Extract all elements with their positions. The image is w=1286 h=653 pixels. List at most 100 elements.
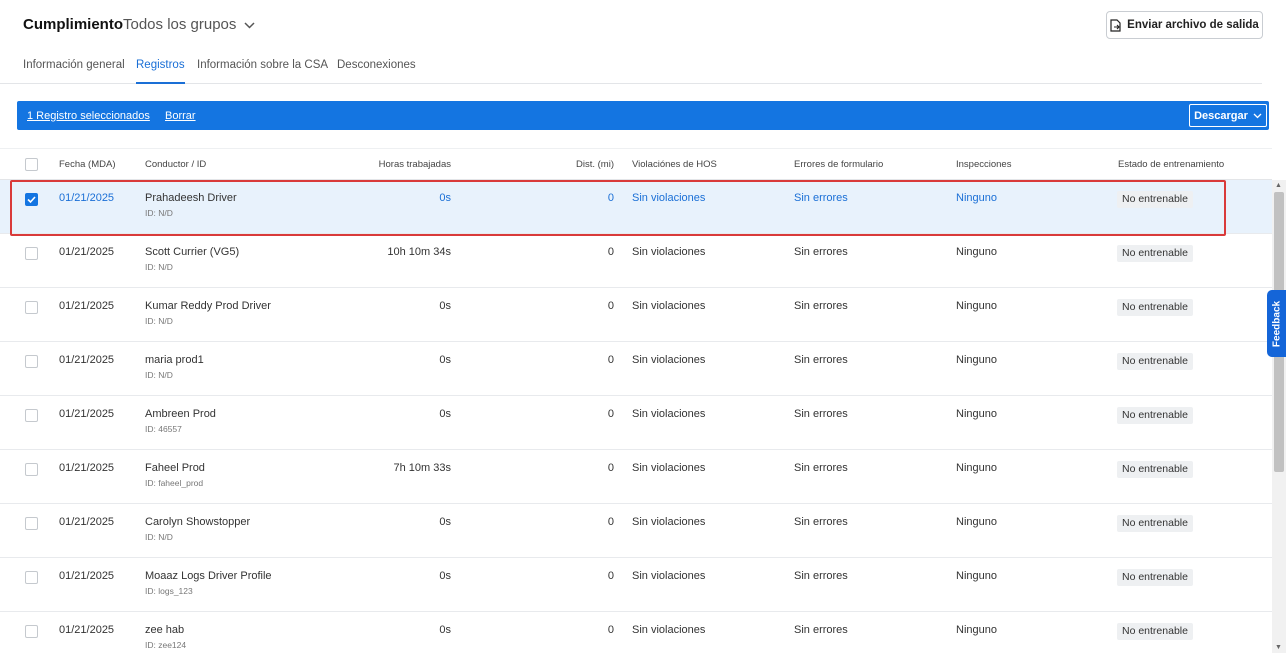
col-hos[interactable]: Violaciónes de HOS	[632, 159, 717, 170]
selection-bar: 1 Registro seleccionados Borrar Descarga…	[17, 101, 1269, 130]
table-row[interactable]: 01/21/2025 Faheel Prod ID: faheel_prod 7h 1…	[0, 450, 1272, 504]
col-date[interactable]: Fecha (MDA)	[59, 159, 115, 170]
row-checkbox[interactable]	[25, 247, 38, 260]
chevron-down-icon	[1253, 113, 1262, 118]
dist-cell: 0	[607, 516, 614, 528]
tab-logs[interactable]: Registros	[136, 59, 185, 84]
form-errors-cell: Sin errores	[794, 246, 848, 258]
training-status-badge: No entrenable	[1117, 245, 1193, 262]
row-checkbox[interactable]	[25, 355, 38, 368]
hos-cell: Sin violaciones	[632, 516, 706, 528]
group-select[interactable]: Todos los grupos	[123, 16, 255, 33]
form-errors-cell: Sin errores	[794, 462, 848, 474]
col-driver[interactable]: Conductor / ID	[145, 159, 206, 170]
table-row[interactable]: 01/21/2025 Moaaz Logs Driver Profile ID: l…	[0, 558, 1272, 612]
table-row[interactable]: 01/21/2025 Carolyn Showstopper ID: N/D 0s 0 S…	[0, 504, 1272, 558]
col-inspections[interactable]: Inspecciones	[956, 159, 1011, 170]
tab-general-info[interactable]: Información general	[23, 59, 125, 84]
hos-cell: Sin violaciones	[632, 570, 706, 582]
hours-cell[interactable]: 0s	[331, 192, 451, 204]
clear-selection-link[interactable]: Borrar	[165, 110, 196, 122]
hours-cell: 0s	[439, 624, 451, 636]
hos-cell[interactable]: Sin violaciones	[632, 192, 705, 204]
feedback-label: Feedback	[1271, 300, 1282, 347]
tab-disconnections[interactable]: Desconexiones	[337, 59, 416, 84]
table-body: 01/21/2025 Prahadeesh Driver ID: N/D 0s 0 Sin…	[0, 180, 1272, 653]
form-errors-cell: Sin errores	[794, 624, 848, 636]
hos-cell: Sin violaciones	[632, 300, 706, 312]
driver-id: ID: N/D	[145, 532, 173, 542]
inspections-cell: Ninguno	[956, 462, 997, 474]
hos-cell: Sin violaciones	[632, 354, 706, 366]
dist-cell: 0	[607, 246, 614, 258]
table-row[interactable]: 01/21/2025 zee hab ID: zee124 0s 0 Sin violac…	[0, 612, 1272, 653]
selected-count-link[interactable]: 1 Registro seleccionados	[27, 110, 150, 122]
row-checkbox[interactable]	[25, 625, 38, 638]
select-all-checkbox[interactable]	[25, 158, 38, 171]
check-icon	[27, 196, 36, 204]
table-row[interactable]: 01/21/2025 maria prod1 ID: N/D 0s 0 Sin viola…	[0, 342, 1272, 396]
form-errors-cell[interactable]: Sin errores	[794, 192, 848, 204]
inspections-cell: Ninguno	[956, 354, 997, 366]
training-status-badge: No entrenable	[1117, 461, 1193, 478]
scroll-up-arrow-icon[interactable]: ▲	[1275, 182, 1282, 189]
form-errors-cell: Sin errores	[794, 570, 848, 582]
row-checkbox[interactable]	[25, 301, 38, 314]
table-row[interactable]: 01/21/2025 Scott Currier (VG5) ID: N/D 10h …	[0, 234, 1272, 288]
dist-cell: 0	[607, 300, 614, 312]
hours-cell: 7h 10m 33s	[393, 462, 451, 474]
date-cell: 01/21/2025	[59, 300, 115, 312]
date-cell[interactable]: 01/21/2025	[59, 192, 114, 204]
col-training[interactable]: Estado de entrenamiento	[1118, 159, 1224, 170]
inspections-cell[interactable]: Ninguno	[956, 192, 997, 204]
driver-id: ID: faheel_prod	[145, 478, 204, 488]
driver-name: Scott Currier (VG5)	[145, 246, 240, 258]
hours-cell: 0s	[439, 354, 451, 366]
hos-cell: Sin violaciones	[632, 624, 706, 636]
dist-cell: 0	[607, 570, 614, 582]
driver-name: Moaaz Logs Driver Profile	[145, 570, 272, 582]
driver-id: ID: N/D	[145, 316, 173, 326]
feedback-tab[interactable]: Feedback	[1267, 290, 1286, 357]
form-errors-cell: Sin errores	[794, 516, 848, 528]
col-form-errors[interactable]: Errores de formulario	[794, 159, 883, 170]
col-hours[interactable]: Horas trabajadas	[331, 159, 451, 170]
date-cell: 01/21/2025	[59, 408, 115, 420]
row-checkbox[interactable]	[25, 409, 38, 422]
row-checkbox[interactable]	[25, 517, 38, 530]
tab-bar: Información general Registros Informació…	[0, 56, 1262, 84]
table-row[interactable]: 01/21/2025 Prahadeesh Driver ID: N/D 0s 0 Sin…	[0, 180, 1272, 234]
download-label: Descargar	[1194, 109, 1248, 122]
page-header: Cumplimiento Todos los grupos Enviar arc…	[0, 0, 1286, 50]
driver-name: Kumar Reddy Prod Driver	[145, 300, 271, 312]
chevron-down-icon	[244, 22, 255, 29]
training-status-badge: No entrenable	[1117, 353, 1193, 370]
table-row[interactable]: 01/21/2025 Kumar Reddy Prod Driver ID: N/D…	[0, 288, 1272, 342]
hos-cell: Sin violaciones	[632, 246, 706, 258]
date-cell: 01/21/2025	[59, 462, 115, 474]
driver-name: Faheel Prod	[145, 462, 205, 474]
row-checkbox[interactable]	[25, 193, 38, 206]
form-errors-cell: Sin errores	[794, 408, 848, 420]
training-status-badge: No entrenable	[1117, 515, 1193, 532]
driver-name: Ambreen Prod	[145, 408, 216, 420]
send-output-file-button[interactable]: Enviar archivo de salida	[1106, 11, 1263, 39]
scroll-down-arrow-icon[interactable]: ▼	[1275, 644, 1282, 651]
driver-id: ID: N/D	[145, 208, 173, 218]
hos-cell: Sin violaciones	[632, 462, 706, 474]
training-status-badge: No entrenable	[1117, 191, 1193, 208]
inspections-cell: Ninguno	[956, 516, 997, 528]
date-cell: 01/21/2025	[59, 624, 115, 636]
driver-id: ID: 46557	[145, 424, 182, 434]
row-checkbox[interactable]	[25, 571, 38, 584]
page-title: Cumplimiento	[23, 16, 123, 33]
date-cell: 01/21/2025	[59, 516, 115, 528]
row-checkbox[interactable]	[25, 463, 38, 476]
table-row[interactable]: 01/21/2025 Ambreen Prod ID: 46557 0s 0 Sin vi…	[0, 396, 1272, 450]
tab-csa-info[interactable]: Información sobre la CSA	[197, 59, 328, 84]
col-dist[interactable]: Dist. (mi)	[514, 159, 614, 170]
dist-cell[interactable]: 0	[514, 192, 614, 204]
hours-cell: 0s	[439, 570, 451, 582]
scrollbar[interactable]: ▲ ▼	[1272, 180, 1286, 653]
download-button[interactable]: Descargar	[1189, 104, 1267, 127]
